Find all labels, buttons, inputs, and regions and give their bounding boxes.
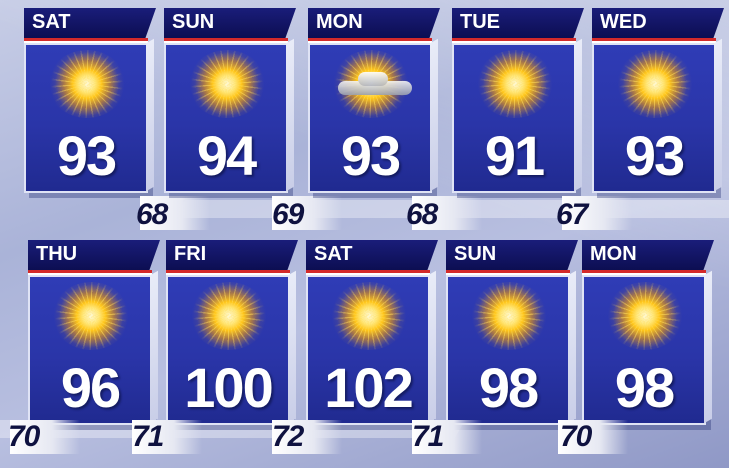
forecast-day: 69 MON 93 [272,8,448,231]
forecast-day: SAT 93 [24,8,164,228]
low-temp: 67 [556,198,588,231]
high-temp: 93 [56,124,117,187]
high-temp: 96 [60,356,121,419]
forecast-card: 96 [28,275,152,425]
low-temp: 68 [406,198,438,231]
forecast-card: 93 [592,43,716,193]
day-tab: SUN [446,240,578,270]
day-tab: WED [592,8,724,38]
forecast-card: 94 [164,43,288,193]
high-temp: 98 [614,356,675,419]
forecast-card: 98 [446,275,570,425]
sun-icon [606,282,684,350]
day-tab: THU [28,240,160,270]
high-temp: 100 [184,356,273,419]
forecast-card: 100 [166,275,290,425]
sun-icon [188,50,266,118]
high-temp: 91 [484,124,545,187]
low-temp: 70 [560,420,592,453]
day-label: FRI [174,243,207,265]
day-label: SAT [32,11,71,33]
forecast-day: 68 SUN 94 [136,8,304,231]
forecast-day: 67 WED 93 [556,8,729,231]
forecast-day: 68 TUE 91 [406,8,592,231]
low-temp: 72 [272,420,304,453]
day-tab: SAT [24,8,156,38]
sun-icon [190,282,268,350]
low-temp: 69 [272,198,304,231]
forecast-card: 93 [308,43,432,193]
low-temp: 71 [412,420,444,453]
forecast-card: 98 [582,275,706,425]
day-tab: SUN [164,8,296,38]
sun-icon [616,50,694,118]
day-label: TUE [460,11,500,33]
forecast-day: MON 98 70 [558,240,722,460]
low-temp: 68 [136,198,168,231]
day-label: WED [600,11,647,33]
day-tab: MON [582,240,714,270]
day-tab: TUE [452,8,584,38]
sun-icon [330,282,408,350]
sun-icon [48,50,126,118]
day-tab: FRI [166,240,298,270]
cloud-icon [338,72,412,95]
day-label: THU [36,243,78,265]
day-tab: SAT [306,240,438,270]
sun-icon [470,282,548,350]
high-temp: 93 [340,124,401,187]
day-label: SUN [172,11,215,33]
high-temp: 93 [624,124,685,187]
sun-icon [476,50,554,118]
low-temp: 71 [132,420,164,453]
sun-icon [52,282,130,350]
high-temp: 102 [324,356,413,419]
forecast-card: 91 [452,43,576,193]
high-temp: 98 [478,356,539,419]
day-label: SAT [314,243,353,265]
high-temp: 94 [196,124,257,187]
forecast-card: 102 [306,275,430,425]
day-label: SUN [454,243,497,265]
low-temp: 70 [8,420,40,453]
forecast-card: 93 [24,43,148,193]
forecast-grid: SAT 93 68 SUN 94 69 MON 93 68 TUE 91 67 … [0,0,729,468]
day-tab: MON [308,8,440,38]
day-label: MON [590,243,637,265]
day-label: MON [316,11,363,33]
